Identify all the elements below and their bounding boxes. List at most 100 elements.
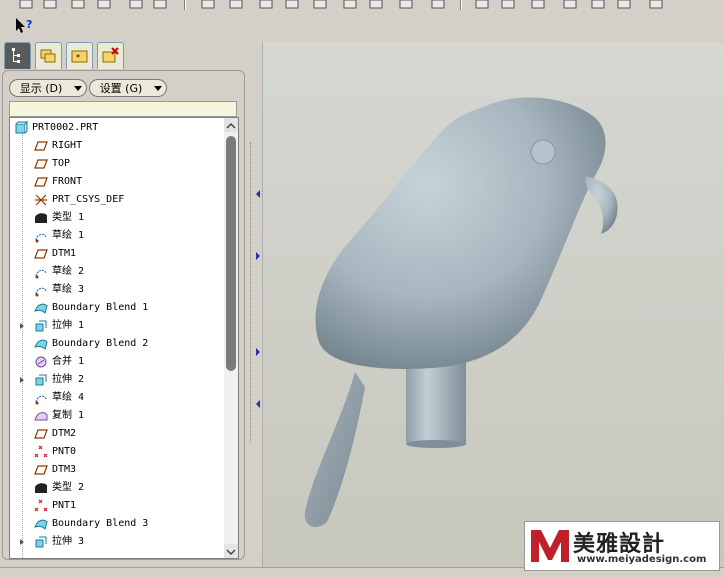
tree-item-label: TOP [52,158,71,169]
tree-item[interactable]: 拉伸 3 [10,533,222,551]
model-tree[interactable]: PRT0002.PRT RIGHT TOP FRONT PRT_CSYS_DEF 类型 … [9,117,239,559]
graphics-viewport[interactable] [262,42,724,567]
context-help-icon[interactable]: ? [14,16,36,36]
chevron-down-icon [154,86,162,91]
view-manager-icon[interactable] [648,0,664,10]
settings-dropdown-label: 设置 (G) [99,82,143,95]
tree-item[interactable]: 草绘 1 [10,227,222,245]
undo-icon[interactable] [200,0,216,10]
zoom-out-icon[interactable] [562,0,578,10]
type-feature-icon [34,211,48,225]
toolbar-separator [184,0,186,10]
tree-root[interactable]: PRT0002.PRT [10,119,222,137]
regenerate-icon[interactable] [342,0,358,10]
panel-splitter[interactable] [248,42,262,567]
cut-icon[interactable] [258,0,274,10]
tree-item-label: Boundary Blend 2 [52,338,149,349]
leg-cylinder [406,360,466,444]
tree-item[interactable]: Boundary Blend 1 [10,299,222,317]
collapse-left-icon[interactable] [256,190,260,198]
regen-manager-icon[interactable] [368,0,384,10]
zoom-in-icon[interactable] [530,0,546,10]
tree-item[interactable]: 拉伸 2 [10,371,222,389]
tree-item-label: 拉伸 1 [52,320,85,331]
tree-item-label: 草绘 2 [52,266,85,277]
extrude-icon [34,535,48,549]
boundary-blend-icon [34,301,48,315]
parrot-model [304,97,618,527]
refit-icon[interactable] [590,0,606,10]
tree-item[interactable]: DTM3 [10,461,222,479]
datum-plane-icon [34,175,48,189]
tree-item[interactable]: 拉伸 1 [10,317,222,335]
tree-item[interactable]: FRONT [10,173,222,191]
repaint-icon[interactable] [430,0,446,10]
type-feature-icon [34,481,48,495]
tree-item[interactable]: Boundary Blend 3 [10,515,222,533]
save-icon[interactable] [70,0,86,10]
tree-filter-bar[interactable] [9,101,237,117]
open-icon[interactable] [42,0,58,10]
copy-feature-icon [34,409,48,423]
tree-item[interactable]: PRT_CSYS_DEF [10,191,222,209]
extrude-icon [34,373,48,387]
sketch-icon [34,283,48,297]
expand-right-icon-2[interactable] [256,348,260,356]
tree-item-label: 草绘 4 [52,392,85,403]
paste-special-icon[interactable] [312,0,328,10]
tree-item[interactable]: Boundary Blend 2 [10,335,222,353]
show-dropdown[interactable]: 显示 (D) [9,79,87,97]
svg-text:*: * [76,53,80,62]
scroll-down-button[interactable] [224,544,238,558]
expand-arrow-icon[interactable] [20,539,24,545]
window-icon[interactable] [398,0,414,10]
boundary-blend-icon [34,517,48,531]
scroll-thumb[interactable] [226,136,236,371]
tree-item[interactable]: PNT1 [10,497,222,515]
tree-item[interactable]: PNT0 [10,443,222,461]
collapse-left-icon-2[interactable] [256,400,260,408]
datum-point-icon [34,499,48,513]
copy-icon[interactable] [128,0,144,10]
tree-item[interactable]: 草绘 4 [10,389,222,407]
tree-item[interactable]: 类型 1 [10,209,222,227]
tree-item[interactable]: DTM1 [10,245,222,263]
tree-item[interactable]: 草绘 2 [10,263,222,281]
tree-item[interactable]: 复制 1 [10,407,222,425]
scroll-up-button[interactable] [224,118,238,132]
expand-right-icon[interactable] [256,252,260,260]
datum-plane-icon [34,247,48,261]
tree-item-label: DTM2 [52,428,77,439]
tree-item[interactable]: TOP [10,155,222,173]
sketch-icon [34,391,48,405]
tree-item[interactable]: 类型 2 [10,479,222,497]
paste-icon[interactable] [152,0,168,10]
favorites-tab[interactable]: * [66,42,93,69]
tree-item-label: 草绘 3 [52,284,85,295]
tree-item-label: PNT1 [52,500,77,511]
spin-center-icon[interactable] [474,0,490,10]
view-icon[interactable] [616,0,632,10]
tree-item[interactable]: 合并 1 [10,353,222,371]
show-dropdown-label: 显示 (D) [19,82,63,95]
tree-item-label: DTM1 [52,248,77,259]
datum-point-icon [34,445,48,459]
redo-icon[interactable] [228,0,244,10]
model-tree-tab[interactable] [4,42,31,69]
tree-item[interactable]: 草绘 3 [10,281,222,299]
tree-item-label: 类型 2 [52,482,85,493]
tree-item[interactable]: RIGHT [10,137,222,155]
settings-dropdown[interactable]: 设置 (G) [89,79,167,97]
tree-scrollbar[interactable] [224,118,238,558]
orient-icon[interactable] [500,0,516,10]
expand-arrow-icon[interactable] [20,377,24,383]
boundary-blend-icon [34,337,48,351]
expand-arrow-icon[interactable] [20,323,24,329]
print-icon[interactable] [96,0,112,10]
tree-item-label: 复制 1 [52,410,85,421]
connections-tab[interactable] [97,42,124,69]
new-icon[interactable] [18,0,34,10]
folder-browser-tab[interactable] [35,42,62,69]
copy2-icon[interactable] [284,0,300,10]
tree-item[interactable]: DTM2 [10,425,222,443]
